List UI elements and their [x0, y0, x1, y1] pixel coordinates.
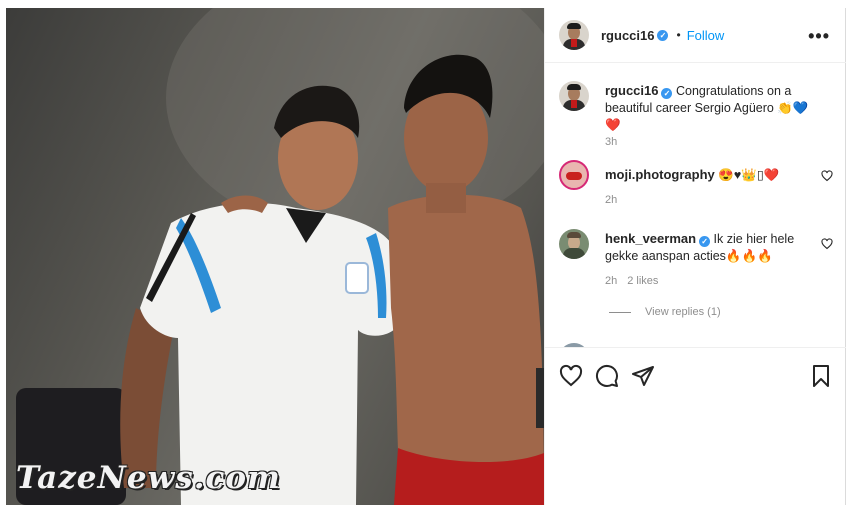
bookmark-icon[interactable]	[809, 364, 833, 388]
caption-row: rgucci16 ✓ Congratulations on a beautiful…	[559, 81, 839, 151]
comment-text-block: moji.photography 😍♥👑▯❤️	[605, 166, 817, 184]
comment-meta: 2h 2 likes	[605, 275, 658, 287]
verified-badge-icon: ✓	[661, 88, 673, 99]
photo-illustration	[16, 8, 544, 505]
post-header: rgucci16 ✓ • Follow •••	[545, 8, 846, 63]
comment-time[interactable]: 2h	[605, 194, 617, 206]
comment-time[interactable]: 2h	[605, 275, 617, 287]
follow-button[interactable]: Follow	[687, 28, 725, 43]
comment-row: henk_veerman ✓ Ik zie hier hele gekke aan…	[559, 229, 839, 289]
caption-meta: 3h	[605, 136, 617, 148]
action-bar	[545, 347, 846, 505]
comment-row: moji.photography 😍♥👑▯❤️ 2h	[559, 160, 839, 210]
verified-badge-icon: ✓	[699, 236, 711, 247]
replies-divider	[609, 311, 631, 313]
comment-text: 😍♥👑▯❤️	[718, 168, 780, 182]
caption-time[interactable]: 3h	[605, 136, 617, 148]
comment-username[interactable]: henk_veerman	[605, 231, 696, 246]
commenter-avatar[interactable]	[559, 160, 589, 190]
watermark-text: TazeNews.com	[16, 460, 281, 496]
comment-text-block: henk_veerman ✓ Ik zie hier hele gekke aan…	[605, 230, 817, 265]
post-side-panel: rgucci16 ✓ • Follow ••• rgucci16 ✓ Congra…	[544, 8, 846, 505]
comment-like-heart-icon[interactable]	[821, 170, 833, 182]
comment-meta: 2h	[605, 194, 617, 206]
paper-plane-icon[interactable]	[631, 364, 655, 388]
comment-likes[interactable]: 2 likes	[627, 275, 658, 287]
comment-icon[interactable]	[595, 364, 619, 388]
comments-list[interactable]: rgucci16 ✓ Congratulations on a beautiful…	[545, 64, 846, 347]
caption-avatar[interactable]	[559, 81, 589, 111]
commenter-avatar[interactable]	[559, 229, 589, 259]
heart-icon[interactable]	[559, 364, 583, 388]
view-replies-button[interactable]: View replies (1)	[609, 306, 721, 318]
post-photo[interactable]: TazeNews.com	[6, 8, 544, 505]
author-avatar[interactable]	[559, 20, 589, 50]
ellipsis-icon[interactable]: •••	[808, 26, 830, 47]
separator-dot: •	[676, 28, 681, 42]
caption-text-block: rgucci16 ✓ Congratulations on a beautiful…	[605, 82, 817, 134]
author-username[interactable]: rgucci16	[601, 28, 654, 43]
view-replies-label: View replies (1)	[645, 306, 721, 318]
verified-badge-icon: ✓	[657, 29, 669, 41]
comment-username[interactable]: moji.photography	[605, 167, 715, 182]
comment-like-heart-icon[interactable]	[821, 238, 833, 250]
caption-username[interactable]: rgucci16	[605, 83, 658, 98]
